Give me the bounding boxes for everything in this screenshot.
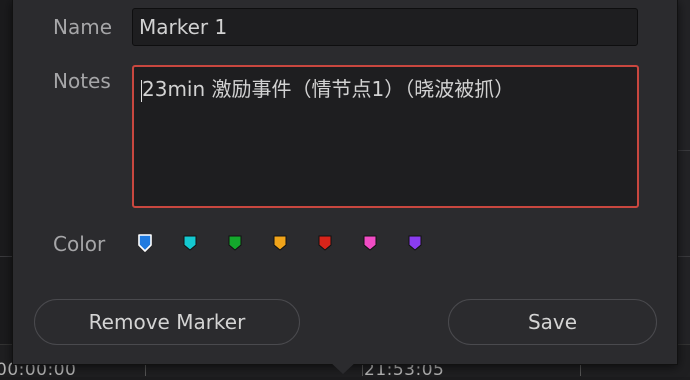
save-button[interactable]: Save: [448, 299, 657, 345]
background-divider: [676, 256, 690, 257]
name-label: Name: [53, 15, 113, 39]
color-swatch-pink[interactable]: [362, 234, 378, 252]
background-divider: [676, 150, 690, 151]
marker-name-input[interactable]: Marker 1: [132, 8, 638, 46]
notes-text: 23min 激励事件（情节点1）（晓波被抓）: [142, 77, 515, 101]
color-swatch-cyan[interactable]: [182, 234, 198, 252]
color-swatch-green[interactable]: [227, 234, 243, 252]
background-panel-edge: [676, 0, 690, 376]
background-divider: [0, 256, 12, 257]
color-swatch-purple[interactable]: [407, 234, 423, 252]
color-swatch-red[interactable]: [317, 234, 333, 252]
color-label: Color: [53, 232, 106, 256]
color-swatch-yellow[interactable]: [272, 234, 288, 252]
remove-marker-button[interactable]: Remove Marker: [34, 299, 300, 345]
notes-label: Notes: [53, 69, 111, 93]
color-swatch-blue[interactable]: [137, 234, 153, 252]
dialog-pointer: [328, 360, 358, 374]
marker-notes-textarea[interactable]: 23min 激励事件（情节点1）（晓波被抓）: [132, 65, 639, 208]
